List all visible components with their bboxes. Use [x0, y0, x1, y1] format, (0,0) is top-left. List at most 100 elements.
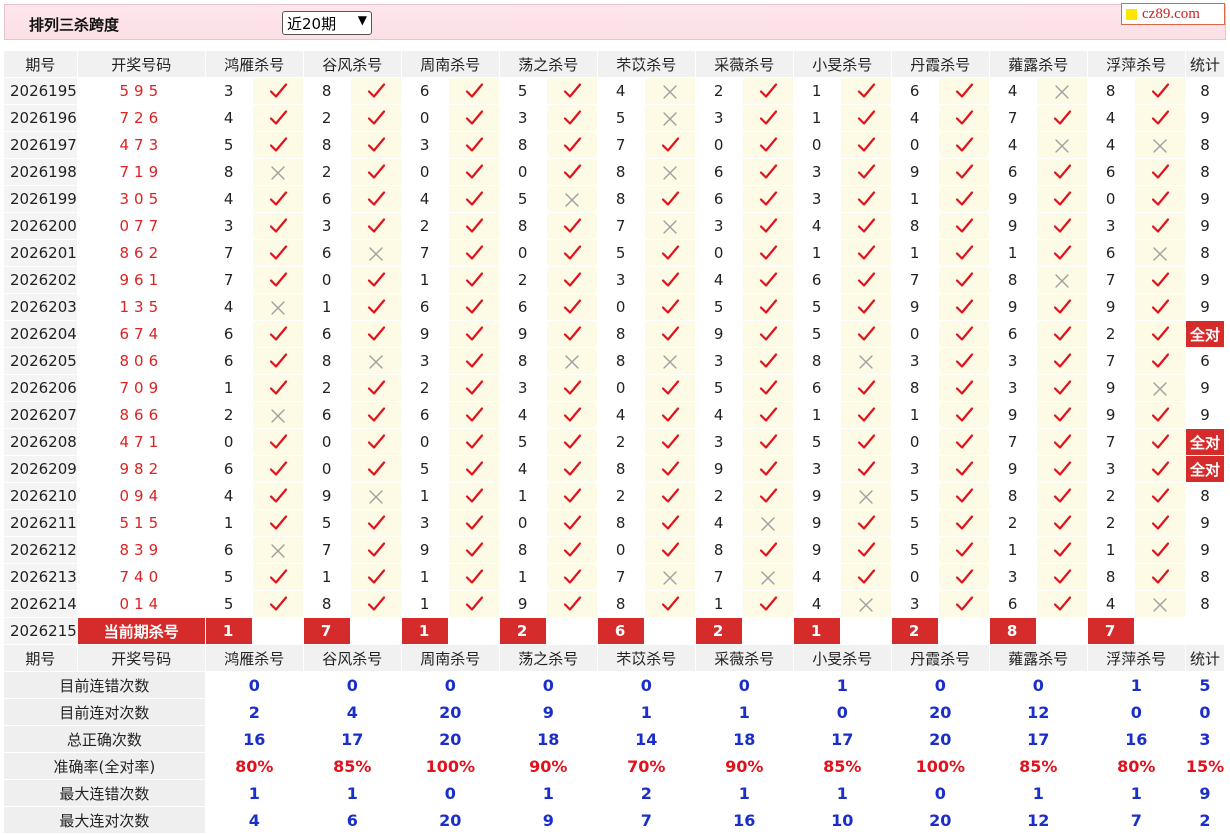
hit-check-icon [741, 158, 794, 186]
stats-value: 1 [988, 779, 1088, 807]
hit-check-icon [741, 131, 794, 159]
hit-check-icon [937, 347, 990, 375]
hit-check-icon [545, 509, 598, 537]
kill-number-cell: 9 [890, 293, 939, 321]
stats-value: 17 [302, 725, 402, 753]
hit-check-icon [741, 428, 794, 456]
stat-cell: 9 [1184, 185, 1226, 213]
kill-number-cell: 7 [890, 266, 939, 294]
header-row: 期号 开奖号码 鸿雁杀号 谷风杀号 周南杀号 荡之杀号 芣苡杀号 采薇杀号 小旻杀号 丹霞杀号 蕹露… [3, 644, 1226, 672]
hit-check-icon [1133, 266, 1186, 294]
kill-number-cell: 3 [302, 212, 351, 240]
kill-number-cell: 3 [498, 104, 547, 132]
stats-value: 100% [890, 752, 990, 780]
draw-number-cell: 014 [76, 590, 206, 618]
column-header-expert: 蕹露杀号 [988, 50, 1088, 78]
kill-number-cell: 4 [792, 590, 841, 618]
period-cell: 2026198 [3, 158, 78, 186]
stats-value: 85% [302, 752, 402, 780]
kill-number-cell: 4 [498, 401, 547, 429]
kill-number-cell: 8 [302, 590, 351, 618]
kill-number-cell: 1 [792, 401, 841, 429]
hit-check-icon [251, 374, 304, 402]
column-header-expert: 芣苡杀号 [596, 644, 696, 672]
column-header-expert: 浮萍杀号 [1086, 644, 1186, 672]
period-cell: 2026202 [3, 266, 78, 294]
column-header-expert: 小旻杀号 [792, 50, 892, 78]
miss-cross-icon [1035, 131, 1088, 159]
kill-number-cell: 6 [204, 347, 253, 375]
column-header-expert: 采薇杀号 [694, 50, 794, 78]
kill-number-cell: 1 [792, 239, 841, 267]
hit-check-icon [1035, 212, 1088, 240]
blank-cell [447, 617, 500, 645]
stats-value: 1 [498, 779, 598, 807]
period-cell: 2026209 [3, 455, 78, 483]
all-correct-badge: 全对 [1184, 428, 1226, 456]
kill-number-cell: 2 [400, 374, 449, 402]
kill-number-cell: 2 [1086, 482, 1135, 510]
stats-value: 14 [596, 725, 696, 753]
stat-cell: 9 [1184, 509, 1226, 537]
hit-check-icon [545, 482, 598, 510]
stats-value: 9 [498, 698, 598, 726]
kill-number-cell: 2 [694, 482, 743, 510]
kill-number-cell: 8 [890, 374, 939, 402]
miss-cross-icon [643, 563, 696, 591]
stats-value: 1 [302, 779, 402, 807]
kill-number-cell: 6 [302, 401, 351, 429]
stats-value: 7 [1086, 806, 1186, 834]
hit-check-icon [251, 455, 304, 483]
hit-check-icon [937, 131, 990, 159]
current-kill-number: 6 [596, 617, 645, 645]
kill-number-cell: 7 [596, 563, 645, 591]
kill-number-cell: 0 [1086, 185, 1135, 213]
miss-cross-icon [1035, 77, 1088, 105]
hit-check-icon [251, 239, 304, 267]
hit-check-icon [545, 131, 598, 159]
column-header-expert: 蕹露杀号 [988, 644, 1088, 672]
hit-check-icon [741, 590, 794, 618]
stat-cell: 9 [1184, 401, 1226, 429]
period-cell: 2026206 [3, 374, 78, 402]
miss-cross-icon [1133, 131, 1186, 159]
miss-cross-icon [349, 347, 402, 375]
hit-check-icon [643, 428, 696, 456]
site-badge[interactable]: cz89.com [1121, 3, 1225, 25]
kill-number-cell: 9 [498, 590, 547, 618]
kill-number-cell: 5 [890, 482, 939, 510]
kill-number-cell: 3 [890, 590, 939, 618]
stats-value: 0 [596, 671, 696, 699]
hit-check-icon [937, 77, 990, 105]
hit-check-icon [839, 77, 892, 105]
kill-number-cell: 3 [694, 104, 743, 132]
column-header-expert: 采薇杀号 [694, 644, 794, 672]
kill-number-cell: 2 [302, 104, 351, 132]
kill-number-cell: 6 [792, 374, 841, 402]
draw-number-cell: 726 [76, 104, 206, 132]
miss-cross-icon [251, 536, 304, 564]
hit-check-icon [1133, 509, 1186, 537]
stat-cell: 8 [1184, 590, 1226, 618]
hit-check-icon [545, 374, 598, 402]
period-select[interactable]: 近20期 ▼ [282, 11, 372, 35]
kill-number-cell: 9 [988, 212, 1037, 240]
hit-check-icon [349, 293, 402, 321]
stat-cell: 8 [1184, 563, 1226, 591]
kill-number-cell: 1 [204, 509, 253, 537]
kill-number-cell: 1 [890, 401, 939, 429]
hit-check-icon [643, 536, 696, 564]
column-header-expert: 浮萍杀号 [1086, 50, 1186, 78]
kill-number-cell: 1 [792, 104, 841, 132]
kill-number-cell: 9 [400, 320, 449, 348]
table-row: 2026197 473 5 8 3 8 7 0 0 0 4 4 8 [3, 131, 1226, 159]
kill-number-cell: 9 [1086, 401, 1135, 429]
hit-check-icon [349, 212, 402, 240]
hit-check-icon [741, 374, 794, 402]
miss-cross-icon [643, 77, 696, 105]
blank-cell [545, 617, 598, 645]
column-header-period: 期号 [3, 644, 78, 672]
hit-check-icon [937, 509, 990, 537]
kill-number-cell: 2 [204, 401, 253, 429]
hit-check-icon [1035, 293, 1088, 321]
